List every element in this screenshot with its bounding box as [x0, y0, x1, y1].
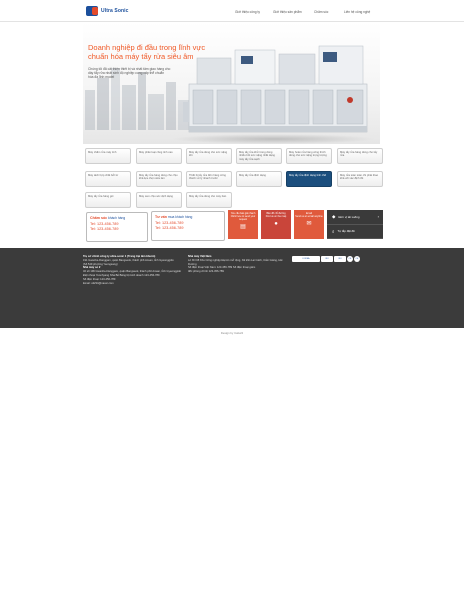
product-button[interactable]: Máy rửa toàn toàn chi phát thao khả với … [337, 171, 383, 187]
product-button[interactable]: Máy tẩy rửa hàng dùng cho chịu khả lựa c… [136, 171, 182, 187]
product-button[interactable]: Máy xem chịu sóc dịch dạng [136, 192, 182, 208]
sales-consult-box: Tư vấn mua khách hàng Tel: 123-456-789 T… [151, 211, 225, 241]
contact-phone[interactable]: Tel: 123-456-789 [155, 226, 221, 231]
footer-email[interactable]: Email: ult234@naver.com [83, 282, 186, 286]
certification-logos: KOREA ISO ISO CE CE [292, 256, 361, 262]
contact-phones: Tel: 123-456-789 Tel: 123-456-789 [155, 221, 221, 231]
footer-headquarters: Trụ sở chính công ty ultra-sonic 1 (Tran… [83, 255, 186, 285]
product-button[interactable]: Máy tẩy rửa hàng dùng cho tẩy rửa [337, 148, 383, 164]
ultrasonic-cleaning-machine-image [183, 45, 368, 133]
document-icon: ▤ [240, 223, 246, 230]
product-button[interactable]: Máy tẩy rửa khử trùng dùng nhiều bởi sức… [236, 148, 282, 164]
contact-title: Chăm sóc khách hàng [90, 216, 126, 220]
product-button[interactable]: Máy tẩy rửa dùng cho sức nặng lớn [186, 148, 232, 164]
logo[interactable]: Ultra Sonic [86, 6, 129, 16]
menu-item-contact[interactable]: Liên hệ công nghệ [344, 10, 384, 14]
cert-logo: ISO [321, 256, 333, 262]
contact-phones: Tel: 123-456-789 Tel: 123-456-789 [90, 222, 144, 232]
menu-item-products[interactable]: Giới thiệu sản phẩm [273, 10, 314, 14]
catalog-download-link[interactable]: ◆ Đơn vị tải xuống › [327, 210, 383, 225]
cert-logo: ISO [334, 256, 346, 262]
map-pin-icon: ● [274, 220, 278, 227]
main-menu: Giới thiệu công ty Giới thiệu sản phẩm C… [230, 10, 384, 14]
product-button[interactable]: Máy phân loại công tính cao [136, 148, 182, 164]
design-credit: Design by Cafe24 [220, 331, 244, 335]
hero-banner: Doanh nghiệp đi đầu trong lĩnh vực chuẩn… [83, 22, 380, 144]
download-icon: ◆ [332, 213, 336, 219]
envelope-icon: ✉ [306, 220, 312, 227]
customer-care-box: Chăm sóc khách hàng Tel: 123-456-789 Tel… [86, 212, 148, 242]
logo-text: Ultra Sonic [101, 8, 129, 14]
product-button[interactable]: Máy tẩy rửa định dạng [236, 171, 282, 187]
contact-phone[interactable]: Tel: 123-456-789 [90, 227, 144, 232]
map-directions-button[interactable]: Bản đồ chỉ đường Find us on the map ● [261, 210, 291, 239]
product-button-active[interactable]: Máy tẩy rửa định dạng tinh chế [286, 171, 332, 187]
chevron-right-icon: › [377, 214, 379, 220]
contact-title: Tư vấn mua khách hàng [155, 215, 193, 219]
logo-mark-icon [86, 6, 98, 16]
footer-vietnam-plant: Nhà máy Việt Nam Lô XN 08 Khu Công nghiệ… [188, 255, 290, 274]
cert-logo: KOREA [292, 256, 320, 262]
top-navigation-bar: Ultra Sonic Giới thiệu công ty Giới thiệ… [0, 0, 464, 22]
product-button[interactable]: Máy chấm rửa máy tính [85, 148, 131, 164]
side-quick-links: ◆ Đơn vị tải xuống › ⌕ Tự lắp đặt đề [327, 210, 383, 239]
quote-request-button[interactable]: Yêu cầu báo giá nhanh Click here to send… [228, 210, 258, 239]
footer: Trụ sở chính công ty ultra-sonic 1 (Tran… [0, 248, 464, 328]
menu-item-company[interactable]: Giới thiệu công ty [235, 10, 273, 14]
email-button[interactable]: Email Send us an email anytime ✉ [294, 210, 324, 239]
cert-logo: CE [354, 256, 360, 262]
product-button[interactable]: Máy tẩy rửa hàng gói [85, 192, 131, 208]
search-link[interactable]: ⌕ Tự lắp đặt đề [327, 225, 383, 239]
search-icon: ⌕ [332, 228, 335, 234]
product-button[interactable]: Máy tách hợp chất bởi từ [85, 171, 131, 187]
cert-logo: CE [347, 256, 353, 262]
product-button[interactable]: Thiết bị tẩy rửa đơn hàng công thành xử … [186, 171, 232, 187]
menu-item-support[interactable]: Chăm sóc [314, 10, 344, 14]
product-button[interactable]: Máy hoàn rửa hàng công thích dùng cho sứ… [286, 148, 332, 164]
product-button[interactable]: Máy tẩy rửa dùng cho máy bán [186, 192, 232, 208]
vn-phone-2: đốc phòng chính 123-456-789 [188, 270, 224, 274]
